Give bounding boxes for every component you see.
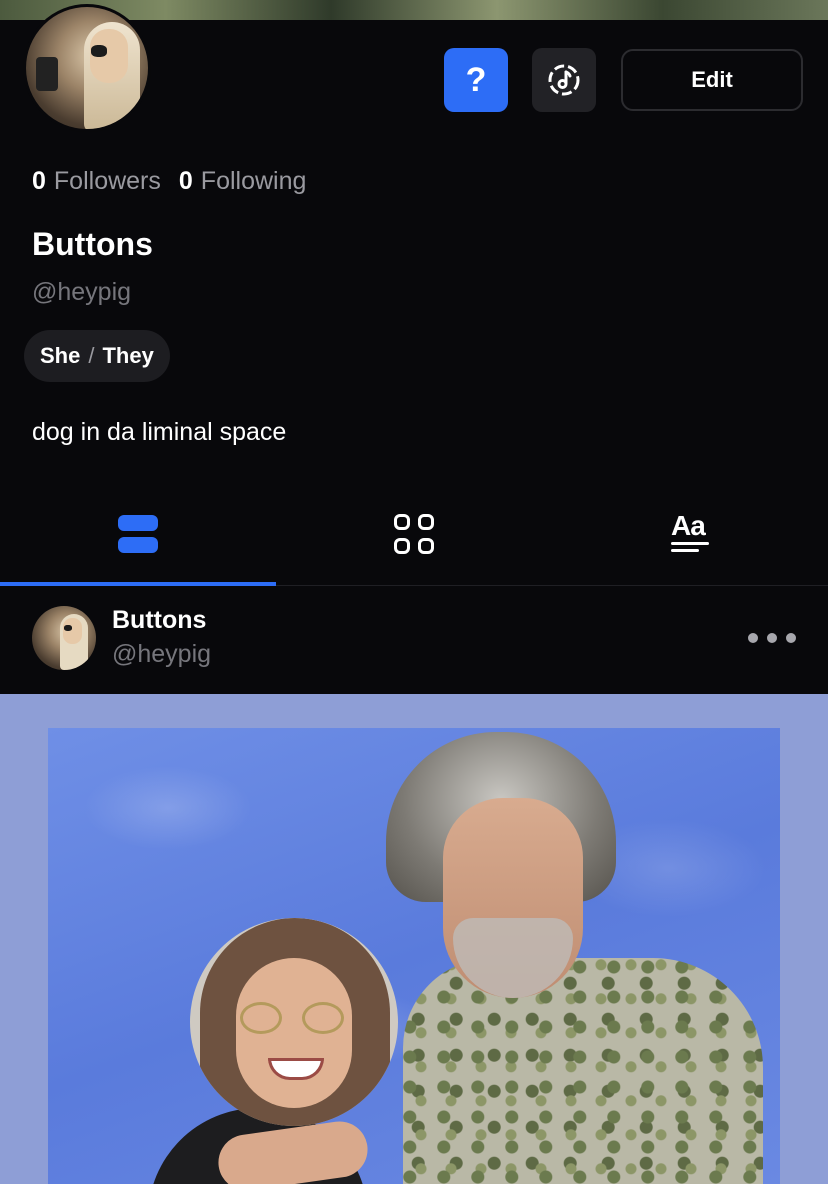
post-author-handle[interactable]: @heypig: [112, 640, 211, 669]
profile-tabs: Aa: [0, 482, 828, 586]
display-name: Buttons: [32, 226, 153, 262]
following-label[interactable]: Following: [201, 167, 307, 196]
tab-posts[interactable]: [0, 482, 276, 586]
following-count[interactable]: 0: [179, 167, 193, 196]
post-author-avatar[interactable]: [32, 606, 96, 670]
pronoun-badge: She / They: [24, 330, 170, 382]
edit-profile-button[interactable]: Edit: [621, 49, 803, 111]
post-header: Buttons @heypig: [0, 586, 828, 694]
profile-bio: dog in da liminal space: [32, 418, 287, 446]
music-button[interactable]: [532, 48, 596, 112]
pronoun-she: She: [40, 343, 81, 368]
pronoun-separator: /: [88, 343, 95, 368]
profile-handle: @heypig: [32, 278, 132, 306]
post-media[interactable]: [0, 694, 828, 1184]
dot-icon: [767, 633, 777, 643]
dot-icon: [786, 633, 796, 643]
question-icon: ?: [465, 60, 487, 99]
dot-icon: [748, 633, 758, 643]
music-note-icon: [548, 64, 580, 96]
followers-count[interactable]: 0: [32, 167, 46, 196]
profile-avatar[interactable]: [23, 4, 151, 132]
posts-stack-icon: [118, 514, 158, 553]
tab-media-grid[interactable]: [276, 482, 552, 585]
help-button[interactable]: ?: [444, 48, 508, 112]
face-overlay-circle: [190, 918, 398, 1126]
grid-icon: [394, 513, 434, 554]
more-options-button[interactable]: [744, 624, 800, 652]
follow-stats: 0 Followers 0 Following: [32, 164, 324, 198]
tab-text-posts[interactable]: Aa: [552, 482, 828, 585]
text-aa-icon: Aa: [671, 510, 709, 554]
post-photo[interactable]: [48, 728, 780, 1184]
followers-label[interactable]: Followers: [54, 167, 161, 196]
profile-page: ? Edit 0 Followers 0 Following Buttons @…: [0, 0, 828, 1184]
post-author-name[interactable]: Buttons: [112, 606, 206, 635]
pronoun-they: They: [102, 343, 154, 368]
